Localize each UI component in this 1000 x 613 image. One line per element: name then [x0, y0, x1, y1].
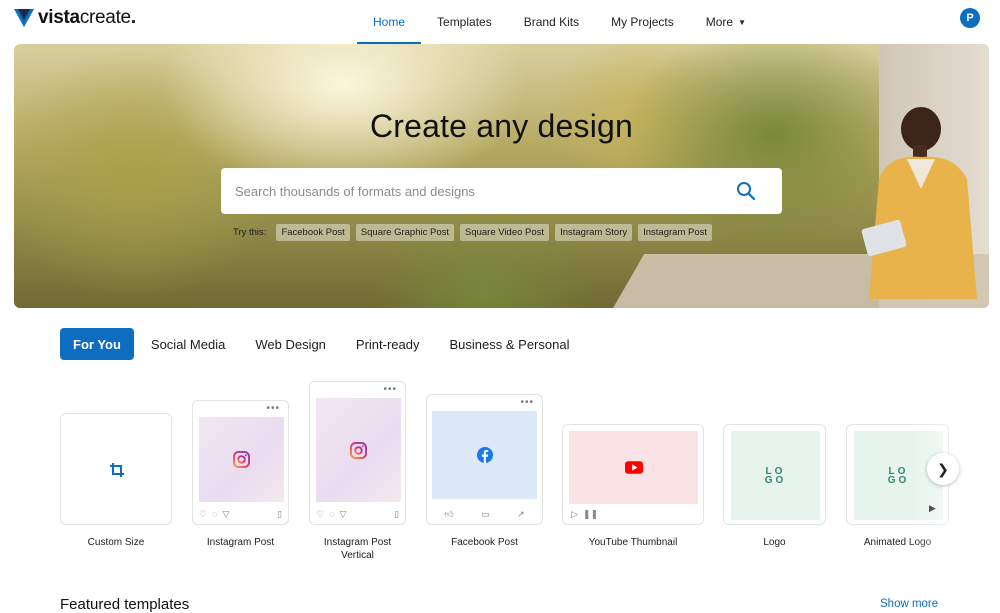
youtube-icon: [624, 461, 643, 474]
format-label: Instagram Post: [206, 537, 275, 548]
nav-home[interactable]: Home: [357, 0, 422, 44]
bookmark-icon: ▯: [394, 508, 399, 519]
nav-my-projects[interactable]: My Projects: [595, 0, 690, 44]
youtube-thumbnail-preview: [569, 431, 698, 504]
logo-wordmark: vistacreate.: [38, 7, 136, 28]
video-controls-row: ▷ ❚❚: [571, 508, 697, 520]
like-icon: 👍︎: [444, 508, 454, 519]
instagram-icon: [233, 451, 250, 468]
tab-web-design[interactable]: Web Design: [240, 328, 341, 360]
format-label-line: Instagram Post: [323, 537, 392, 548]
format-label: Logo: [763, 537, 786, 548]
comment-icon: ◌: [212, 509, 218, 519]
bookmark-icon: ▯: [277, 508, 282, 519]
instagram-post-thumbnail: [199, 417, 284, 502]
search-suggestions: Try this: Facebook Post Square Graphic P…: [229, 224, 713, 241]
format-card-logo[interactable]: LO GO: [723, 424, 826, 525]
tab-social-media[interactable]: Social Media: [136, 328, 240, 360]
post-actions-row: ♡ ◌ ▽ ▯: [316, 508, 399, 520]
play-icon: ▷: [571, 508, 578, 519]
main-nav: Home Templates Brand Kits My Projects Mo…: [357, 0, 762, 44]
facebook-post-thumbnail: [432, 411, 537, 499]
heart-icon: ♡: [199, 508, 208, 519]
more-options-icon[interactable]: •••: [266, 403, 280, 414]
pause-icon: ❚❚: [582, 508, 599, 519]
facebook-icon: [476, 447, 493, 463]
format-card-facebook-post[interactable]: ••• 👍︎ ▭ ↗: [426, 394, 543, 525]
carousel-next-button[interactable]: ❯: [927, 453, 959, 485]
nav-more[interactable]: More ▼: [690, 0, 762, 44]
suggestion-chip[interactable]: Instagram Post: [638, 224, 713, 241]
suggestion-chip[interactable]: Square Graphic Post: [355, 224, 454, 241]
instagram-icon: [350, 441, 367, 459]
show-more-link[interactable]: Show more: [880, 598, 938, 610]
crop-icon: [110, 463, 124, 477]
tab-business-personal[interactable]: Business & Personal: [435, 328, 585, 360]
more-options-icon[interactable]: •••: [520, 397, 534, 408]
format-label: Facebook Post: [451, 537, 518, 548]
featured-templates-heading: Featured templates: [60, 596, 190, 613]
caret-down-icon: ▼: [738, 17, 747, 27]
try-this-label: Try this:: [233, 227, 267, 238]
top-header: vistacreate. Home Templates Brand Kits M…: [0, 0, 1000, 44]
vistacreate-logo[interactable]: vistacreate.: [14, 7, 136, 29]
format-label: Instagram Post Vertical: [302, 536, 413, 562]
logo-placeholder-text: LO GO: [764, 465, 787, 486]
more-options-icon[interactable]: •••: [383, 384, 397, 395]
format-label: Custom Size: [87, 537, 145, 548]
heart-icon: ♡: [316, 508, 325, 519]
tab-print-ready[interactable]: Print-ready: [341, 328, 435, 360]
search-icon[interactable]: [736, 181, 756, 201]
vistacreate-logo-mark-icon: [14, 9, 34, 27]
hero-title: Create any design: [369, 108, 634, 144]
format-label: YouTube Thumbnail: [588, 537, 678, 548]
suggestion-chip[interactable]: Square Video Post: [460, 224, 550, 241]
share-icon: ↗: [517, 508, 525, 519]
suggestion-chip[interactable]: Instagram Story: [555, 224, 633, 241]
user-avatar[interactable]: P: [960, 8, 980, 28]
nav-templates[interactable]: Templates: [421, 0, 508, 44]
comment-icon: ▭: [481, 508, 490, 519]
send-icon: ▽: [222, 508, 230, 519]
format-label-line: Vertical: [341, 550, 374, 561]
comment-icon: ◌: [329, 509, 335, 519]
logo-thumbnail: LO GO: [731, 431, 820, 520]
search-input[interactable]: [235, 183, 715, 199]
chevron-right-icon: ❯: [937, 460, 949, 477]
category-tabs: For You Social Media Web Design Print-re…: [60, 328, 584, 360]
format-card-youtube-thumbnail[interactable]: ▷ ❚❚: [562, 424, 704, 525]
instagram-vertical-thumbnail: [316, 398, 401, 502]
tab-for-you[interactable]: For You: [60, 328, 134, 360]
suggestion-chip[interactable]: Facebook Post: [276, 224, 350, 241]
format-card-custom-size[interactable]: [60, 413, 172, 525]
nav-brand-kits[interactable]: Brand Kits: [508, 0, 595, 44]
send-icon: ▽: [339, 508, 347, 519]
format-card-instagram-post-vertical[interactable]: ••• ♡ ◌ ▽ ▯: [309, 381, 406, 525]
post-actions-row: ♡ ◌ ▽ ▯: [199, 508, 282, 520]
format-card-instagram-post[interactable]: ••• ♡ ◌ ▽ ▯: [192, 400, 289, 525]
search-bar: [221, 168, 782, 214]
post-actions-row: 👍︎ ▭ ↗: [433, 508, 536, 520]
hero-banner: Create any design Try this: Facebook Pos…: [14, 44, 989, 308]
